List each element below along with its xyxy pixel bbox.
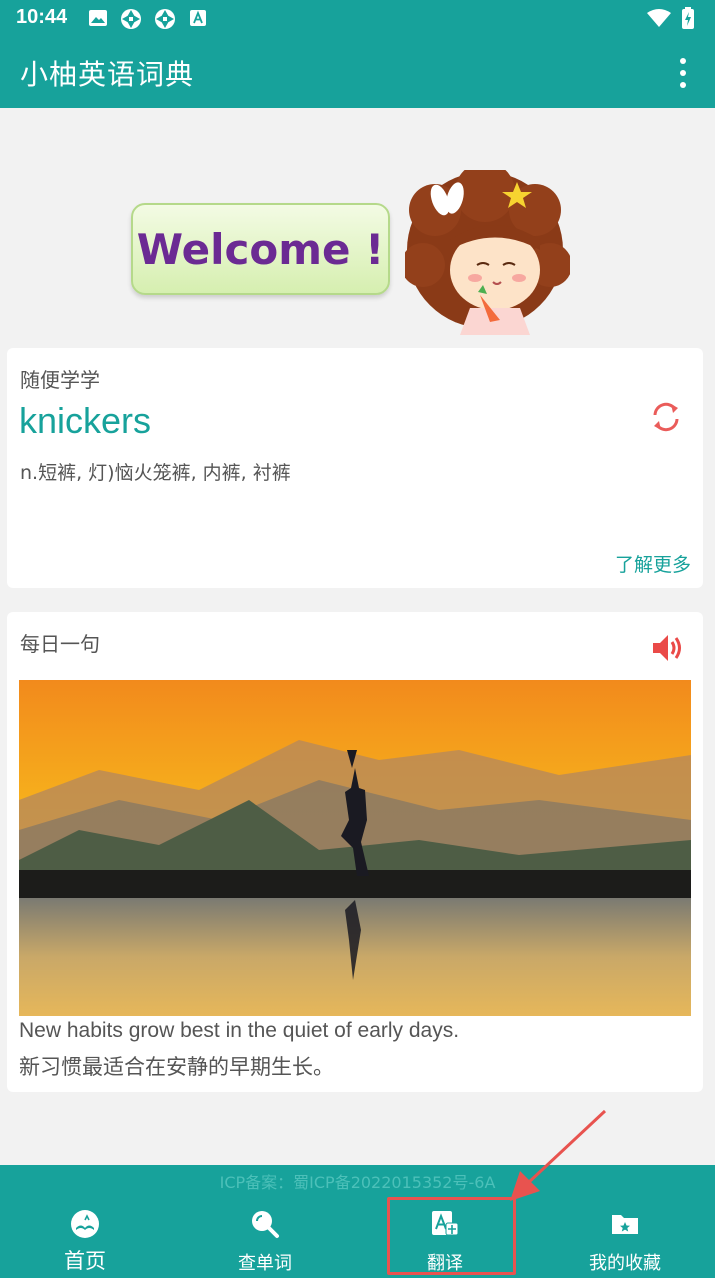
app-title: 小柚英语词典: [20, 58, 195, 91]
pointer-arrow: [510, 1109, 607, 1201]
translate-highlight-box: [387, 1197, 516, 1275]
app-bar: 小柚英语词典: [0, 36, 715, 108]
learn-more-link[interactable]: 了解更多: [615, 550, 691, 577]
welcome-banner: Welcome !: [131, 203, 390, 295]
mascot-girl-image: [405, 170, 570, 335]
nav-item-search[interactable]: 查单词: [190, 1195, 340, 1275]
status-time: 10:44: [16, 6, 68, 28]
daily-sentence-label: 每日一句: [20, 632, 100, 656]
home-book-icon: [71, 1210, 99, 1238]
daily-sunset-image: [19, 680, 691, 1016]
aperture-icon-2: [154, 8, 176, 34]
overflow-menu-icon[interactable]: [671, 58, 695, 88]
nav-item-favorites[interactable]: 我的收藏: [550, 1195, 700, 1275]
welcome-text: Welcome !: [136, 224, 385, 274]
word-meaning: n.短裤, 灯)恼火笼裤, 内裤, 衬裤: [20, 462, 291, 484]
favorites-folder-icon: [612, 1215, 638, 1234]
nav-label-favorites: 我的收藏: [589, 1253, 661, 1274]
nav-label-home: 首页: [64, 1249, 106, 1273]
status-bar: 10:44: [0, 0, 715, 36]
search-icon: [252, 1211, 279, 1238]
random-word-card: 随便学学 knickers n.短裤, 灯)恼火笼裤, 内裤, 衬裤 了解更多: [7, 348, 703, 588]
aperture-icon: [120, 8, 142, 34]
nav-label-search: 查单词: [238, 1253, 292, 1274]
wifi-icon: [647, 8, 671, 32]
battery-icon: [681, 7, 695, 33]
random-learn-label: 随便学学: [20, 368, 100, 392]
speaker-icon[interactable]: [649, 630, 685, 666]
refresh-icon[interactable]: [647, 398, 685, 436]
word-title[interactable]: knickers: [19, 400, 151, 442]
image-icon: [88, 8, 108, 34]
sentence-chinese: 新习惯最适合在安静的早期生长。: [19, 1055, 334, 1079]
system-icons: [647, 7, 695, 33]
daily-sentence-card: 每日一句 New habits grow best in the quiet o…: [7, 612, 703, 1092]
font-icon: [188, 8, 208, 34]
sentence-english: New habits grow best in the quiet of ear…: [19, 1019, 460, 1042]
notification-icons: [88, 8, 208, 34]
nav-item-home[interactable]: 首页: [10, 1195, 160, 1275]
